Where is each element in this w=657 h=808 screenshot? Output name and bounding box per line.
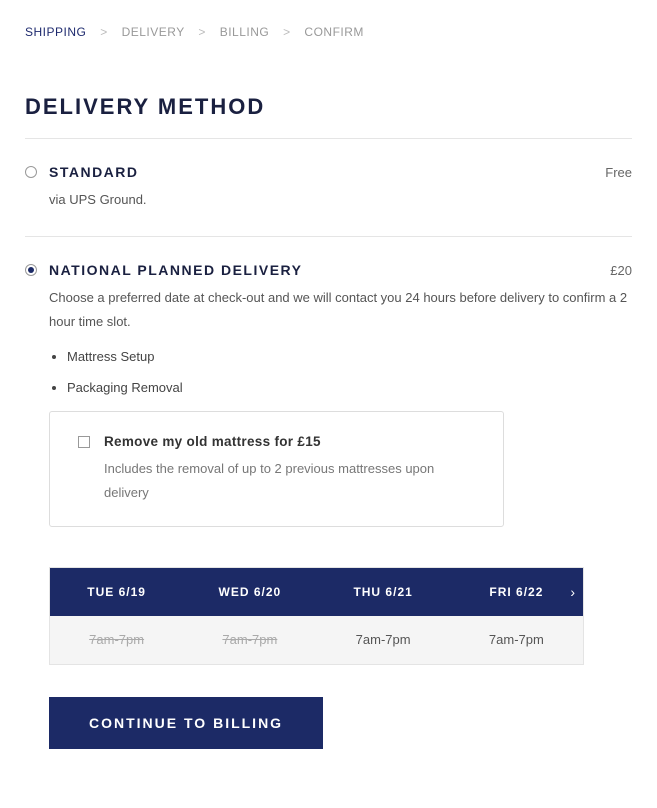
chevron-right-icon: > bbox=[198, 25, 206, 39]
delivery-option-national: NATIONAL PLANNED DELIVERY £20 Choose a p… bbox=[25, 237, 632, 774]
addon-title: Remove my old mattress for £15 bbox=[104, 434, 475, 449]
breadcrumb-step-billing[interactable]: BILLING bbox=[220, 25, 270, 39]
option-price-national: £20 bbox=[610, 263, 632, 278]
addon-desc: Includes the removal of up to 2 previous… bbox=[104, 457, 475, 504]
delivery-option-standard: STANDARD Free via UPS Ground. bbox=[25, 139, 632, 236]
page-title: DELIVERY METHOD bbox=[25, 94, 632, 120]
breadcrumb-step-confirm[interactable]: CONFIRM bbox=[304, 25, 364, 39]
addon-box: Remove my old mattress for £15 Includes … bbox=[49, 411, 504, 527]
option-price-standard: Free bbox=[605, 165, 632, 180]
radio-national[interactable] bbox=[25, 264, 37, 276]
date-slot-row: 7am-7pm 7am-7pm 7am-7pm 7am-7pm bbox=[50, 616, 583, 664]
date-slot[interactable]: 7am-7pm bbox=[317, 616, 450, 664]
date-slot: 7am-7pm bbox=[50, 616, 183, 664]
checkbox-remove-mattress[interactable] bbox=[78, 436, 90, 448]
feature-item: Mattress Setup bbox=[67, 349, 632, 364]
date-header[interactable]: THU 6/21 bbox=[317, 585, 450, 599]
option-desc-national: Choose a preferred date at check-out and… bbox=[49, 286, 632, 333]
option-desc-standard: via UPS Ground. bbox=[49, 188, 632, 211]
date-slot: 7am-7pm bbox=[183, 616, 316, 664]
date-header-row: TUE 6/19 WED 6/20 THU 6/21 FRI 6/22 › bbox=[50, 568, 583, 616]
date-header[interactable]: TUE 6/19 bbox=[50, 585, 183, 599]
feature-item: Packaging Removal bbox=[67, 380, 632, 395]
date-picker: TUE 6/19 WED 6/20 THU 6/21 FRI 6/22 › 7a… bbox=[49, 567, 584, 665]
breadcrumb: SHIPPING > DELIVERY > BILLING > CONFIRM bbox=[25, 25, 632, 39]
breadcrumb-step-delivery[interactable]: DELIVERY bbox=[122, 25, 185, 39]
chevron-right-icon[interactable]: › bbox=[570, 584, 575, 600]
chevron-right-icon: > bbox=[283, 25, 291, 39]
radio-standard[interactable] bbox=[25, 166, 37, 178]
date-header[interactable]: WED 6/20 bbox=[183, 585, 316, 599]
date-slot[interactable]: 7am-7pm bbox=[450, 616, 583, 664]
chevron-right-icon: > bbox=[100, 25, 108, 39]
feature-list: Mattress Setup Packaging Removal bbox=[49, 349, 632, 395]
continue-to-billing-button[interactable]: CONTINUE TO BILLING bbox=[49, 697, 323, 749]
option-title-national: NATIONAL PLANNED DELIVERY bbox=[49, 262, 302, 278]
option-title-standard: STANDARD bbox=[49, 164, 139, 180]
breadcrumb-step-shipping[interactable]: SHIPPING bbox=[25, 25, 86, 39]
date-header[interactable]: FRI 6/22 bbox=[450, 585, 583, 599]
